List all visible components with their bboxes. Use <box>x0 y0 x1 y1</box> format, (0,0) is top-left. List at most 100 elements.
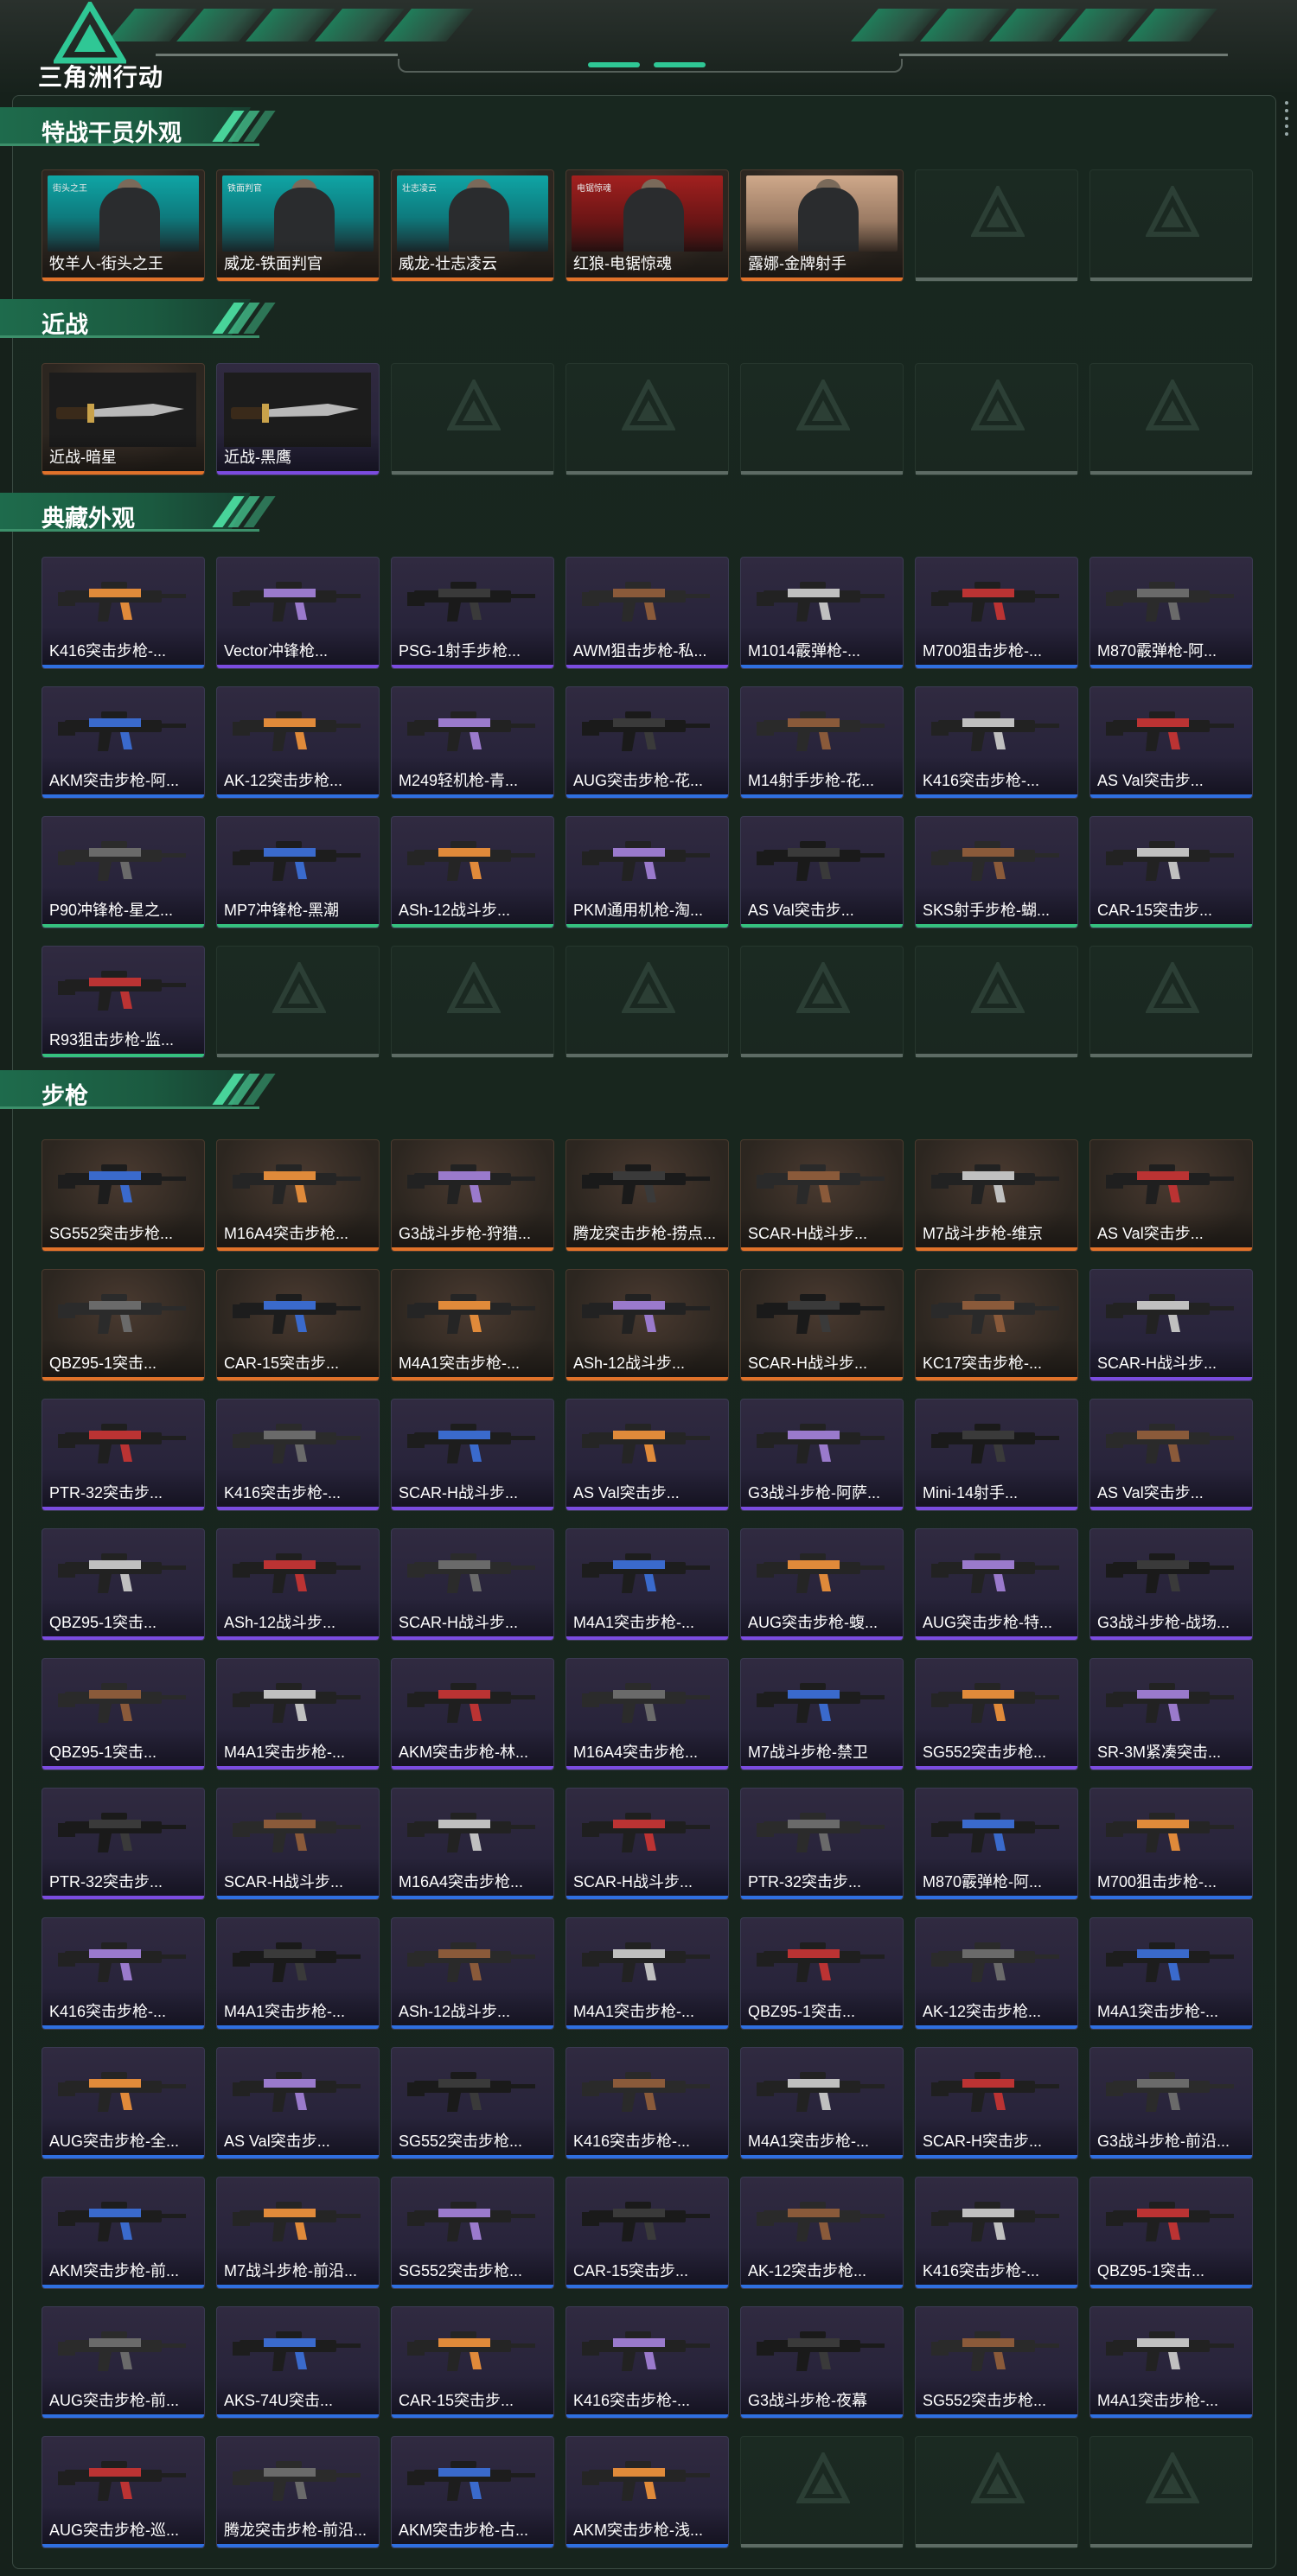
weapon-skin-card[interactable]: M700狙击步枪-... <box>1089 1788 1253 1900</box>
weapon-skin-card[interactable]: SG552突击步枪... <box>915 2306 1078 2419</box>
weapon-skin-card[interactable]: M700狙击步枪-... <box>915 557 1078 669</box>
weapon-skin-card[interactable]: AUG突击步枪-特... <box>915 1528 1078 1641</box>
weapon-skin-card[interactable]: AKM突击步枪-林... <box>391 1658 554 1770</box>
weapon-skin-card[interactable]: PTR-32突击步... <box>42 1399 205 1511</box>
weapon-skin-card[interactable]: SCAR-H战斗步... <box>740 1269 904 1381</box>
melee-skin-card[interactable]: 近战-黑鹰 <box>216 363 380 475</box>
weapon-skin-card[interactable]: SG552突击步枪... <box>391 2047 554 2159</box>
weapon-skin-card[interactable]: KC17突击步枪-... <box>915 1269 1078 1381</box>
operator-skin-card[interactable]: 电锯惊魂 红狼-电锯惊魂 <box>565 169 729 282</box>
weapon-skin-card[interactable]: SCAR-H战斗步... <box>391 1528 554 1641</box>
weapon-skin-card[interactable]: M16A4突击步枪... <box>216 1139 380 1252</box>
weapon-skin-card[interactable]: Vector冲锋枪... <box>216 557 380 669</box>
weapon-skin-card[interactable]: SCAR-H突击步... <box>915 2047 1078 2159</box>
weapon-skin-card[interactable]: K416突击步枪-... <box>915 2177 1078 2289</box>
weapon-skin-card[interactable]: AK-12突击步枪... <box>915 1917 1078 2030</box>
weapon-skin-card[interactable]: AKM突击步枪-浅... <box>565 2436 729 2548</box>
weapon-skin-card[interactable]: AK-12突击步枪... <box>216 686 380 799</box>
weapon-skin-card[interactable]: K416突击步枪-... <box>42 1917 205 2030</box>
weapon-skin-card[interactable]: K416突击步枪-... <box>216 1399 380 1511</box>
weapon-skin-card[interactable]: PKM通用机枪-淘... <box>565 816 729 928</box>
weapon-skin-card[interactable]: M4A1突击步枪-... <box>740 2047 904 2159</box>
weapon-skin-card[interactable]: M16A4突击步枪... <box>391 1788 554 1900</box>
weapon-skin-card[interactable]: AKM突击步枪-阿... <box>42 686 205 799</box>
weapon-skin-card[interactable]: M14射手步枪-花... <box>740 686 904 799</box>
weapon-skin-card[interactable]: M4A1突击步枪-... <box>391 1269 554 1381</box>
weapon-skin-card[interactable]: M1014霰弹枪-... <box>740 557 904 669</box>
weapon-skin-card[interactable]: PSG-1射手步枪... <box>391 557 554 669</box>
weapon-skin-card[interactable]: SG552突击步枪... <box>42 1139 205 1252</box>
operator-skin-card[interactable]: 壮志凌云 威龙-壮志凌云 <box>391 169 554 282</box>
weapon-skin-card[interactable]: M7战斗步枪-禁卫 <box>740 1658 904 1770</box>
weapon-skin-card[interactable]: SR-3M紧凑突击... <box>1089 1658 1253 1770</box>
weapon-skin-card[interactable]: SKS射手步枪-蝴... <box>915 816 1078 928</box>
weapon-skin-card[interactable]: QBZ95-1突击... <box>42 1269 205 1381</box>
weapon-skin-card[interactable]: QBZ95-1突击... <box>42 1528 205 1641</box>
weapon-skin-card[interactable]: AS Val突击步... <box>216 2047 380 2159</box>
weapon-skin-card[interactable]: SG552突击步枪... <box>915 1658 1078 1770</box>
weapon-skin-card[interactable]: AUG突击步枪-蝮... <box>740 1528 904 1641</box>
weapon-skin-card[interactable]: AUG突击步枪-巡... <box>42 2436 205 2548</box>
weapon-skin-card[interactable]: M4A1突击步枪-... <box>1089 2306 1253 2419</box>
weapon-skin-card[interactable]: QBZ95-1突击... <box>1089 2177 1253 2289</box>
weapon-skin-card[interactable]: AUG突击步枪-全... <box>42 2047 205 2159</box>
weapon-skin-card[interactable]: ASh-12战斗步... <box>391 1917 554 2030</box>
weapon-skin-card[interactable]: P90冲锋枪-星之... <box>42 816 205 928</box>
weapon-skin-card[interactable]: K416突击步枪-... <box>565 2047 729 2159</box>
weapon-skin-card[interactable]: M870霰弹枪-阿... <box>915 1788 1078 1900</box>
weapon-skin-card[interactable]: MP7冲锋枪-黑潮 <box>216 816 380 928</box>
weapon-skin-card[interactable]: G3战斗步枪-狩猎... <box>391 1139 554 1252</box>
weapon-skin-card[interactable]: AKM突击步枪-前... <box>42 2177 205 2289</box>
weapon-skin-card[interactable]: AS Val突击步... <box>1089 1139 1253 1252</box>
weapon-skin-card[interactable]: M870霰弹枪-阿... <box>1089 557 1253 669</box>
melee-skin-card[interactable]: 近战-暗星 <box>42 363 205 475</box>
weapon-skin-card[interactable]: Mini-14射手... <box>915 1399 1078 1511</box>
weapon-skin-card[interactable]: AKM突击步枪-古... <box>391 2436 554 2548</box>
weapon-skin-card[interactable]: CAR-15突击步... <box>216 1269 380 1381</box>
weapon-skin-card[interactable]: K416突击步枪-... <box>565 2306 729 2419</box>
operator-skin-card[interactable]: 街头之王 牧羊人-街头之王 <box>42 169 205 282</box>
weapon-skin-card[interactable]: SCAR-H战斗步... <box>565 1788 729 1900</box>
weapon-skin-card[interactable]: M249轻机枪-青... <box>391 686 554 799</box>
operator-skin-card[interactable]: 铁面判官 威龙-铁面判官 <box>216 169 380 282</box>
weapon-skin-card[interactable]: M7战斗步枪-前沿... <box>216 2177 380 2289</box>
weapon-skin-card[interactable]: M16A4突击步枪... <box>565 1658 729 1770</box>
weapon-skin-card[interactable]: AS Val突击步... <box>740 816 904 928</box>
weapon-skin-card[interactable]: AUG突击步枪-花... <box>565 686 729 799</box>
weapon-skin-card[interactable]: AS Val突击步... <box>1089 686 1253 799</box>
weapon-skin-card[interactable]: 腾龙突击步枪-捞点... <box>565 1139 729 1252</box>
weapon-skin-card[interactable]: SG552突击步枪... <box>391 2177 554 2289</box>
weapon-skin-card[interactable]: R93狙击步枪-监... <box>42 946 205 1058</box>
weapon-skin-card[interactable]: SCAR-H战斗步... <box>740 1139 904 1252</box>
weapon-skin-card[interactable]: K416突击步枪-... <box>42 557 205 669</box>
weapon-skin-card[interactable]: M4A1突击步枪-... <box>1089 1917 1253 2030</box>
weapon-skin-card[interactable]: ASh-12战斗步... <box>216 1528 380 1641</box>
weapon-skin-card[interactable]: SCAR-H战斗步... <box>1089 1269 1253 1381</box>
weapon-skin-card[interactable]: 腾龙突击步枪-前沿... <box>216 2436 380 2548</box>
weapon-skin-card[interactable]: AK-12突击步枪... <box>740 2177 904 2289</box>
weapon-skin-card[interactable]: G3战斗步枪-阿萨... <box>740 1399 904 1511</box>
weapon-skin-card[interactable]: CAR-15突击步... <box>565 2177 729 2289</box>
weapon-skin-card[interactable]: G3战斗步枪-夜幕 <box>740 2306 904 2419</box>
weapon-skin-card[interactable]: M7战斗步枪-维京 <box>915 1139 1078 1252</box>
weapon-skin-card[interactable]: PTR-32突击步... <box>740 1788 904 1900</box>
weapon-skin-card[interactable]: SCAR-H战斗步... <box>391 1399 554 1511</box>
weapon-skin-card[interactable]: ASh-12战斗步... <box>565 1269 729 1381</box>
weapon-skin-card[interactable]: M4A1突击步枪-... <box>565 1528 729 1641</box>
weapon-skin-card[interactable]: M4A1突击步枪-... <box>216 1658 380 1770</box>
weapon-skin-card[interactable]: M4A1突击步枪-... <box>565 1917 729 2030</box>
weapon-skin-card[interactable]: SCAR-H战斗步... <box>216 1788 380 1900</box>
scroll-handle[interactable] <box>1283 97 1290 157</box>
operator-skin-card[interactable]: 露娜-金牌射手 <box>740 169 904 282</box>
weapon-skin-card[interactable]: K416突击步枪-... <box>915 686 1078 799</box>
weapon-skin-card[interactable]: G3战斗步枪-前沿... <box>1089 2047 1253 2159</box>
weapon-skin-card[interactable]: AS Val突击步... <box>1089 1399 1253 1511</box>
weapon-skin-card[interactable]: AKS-74U突击... <box>216 2306 380 2419</box>
weapon-skin-card[interactable]: PTR-32突击步... <box>42 1788 205 1900</box>
weapon-skin-card[interactable]: AWM狙击步枪-私... <box>565 557 729 669</box>
weapon-skin-card[interactable]: CAR-15突击步... <box>391 2306 554 2419</box>
weapon-skin-card[interactable]: M4A1突击步枪-... <box>216 1917 380 2030</box>
weapon-skin-card[interactable]: AUG突击步枪-前... <box>42 2306 205 2419</box>
weapon-skin-card[interactable]: QBZ95-1突击... <box>42 1658 205 1770</box>
weapon-skin-card[interactable]: CAR-15突击步... <box>1089 816 1253 928</box>
